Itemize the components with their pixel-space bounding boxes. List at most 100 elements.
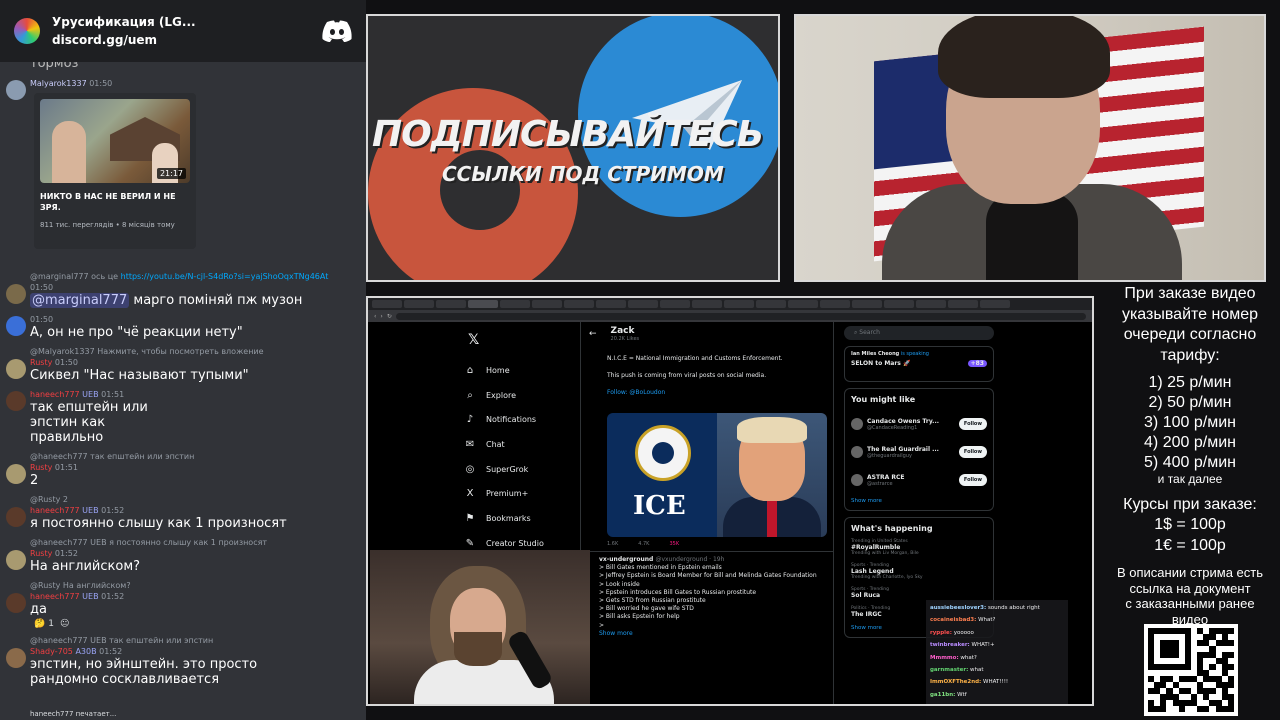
nav-item[interactable]: ✉ Chat: [464, 432, 574, 457]
suggested-account[interactable]: ASTRA RCE @astrarce Follow: [851, 466, 987, 494]
chat-username[interactable]: garnmaster:: [930, 667, 968, 673]
username[interactable]: Rusty: [30, 549, 52, 558]
address-bar[interactable]: [395, 312, 1086, 320]
chat-username[interactable]: aussiebeeslover3:: [930, 605, 986, 611]
profile-name: Zack: [610, 326, 635, 336]
suggested-account[interactable]: Candace Owens Try... @CandaceReading1 Foll…: [851, 410, 987, 438]
follow-button[interactable]: Follow: [958, 418, 987, 430]
nav-item[interactable]: ⌂ Home: [464, 358, 574, 383]
nav-item[interactable]: ⌕ Explore: [464, 383, 574, 408]
nav-label: Bookmarks: [486, 513, 531, 523]
chat-message: haneech777 UEB 01:52 да: [6, 591, 360, 617]
bookmark-icon: ⚑: [465, 512, 475, 524]
like-count[interactable]: 35K: [669, 541, 679, 547]
account-name: ASTRA RCE: [867, 473, 905, 481]
chat-username[interactable]: twinbreaker:: [930, 642, 970, 648]
browser-tab-strip[interactable]: [368, 298, 1092, 310]
chat-message: 01:50 А, он не про "чё реакции нету": [6, 314, 360, 340]
account-name: The Real Guardrail ...: [867, 445, 939, 453]
username[interactable]: Rusty: [30, 358, 52, 367]
avatar: [6, 464, 26, 484]
qr-code[interactable]: [1144, 624, 1238, 716]
reload-icon[interactable]: ↻: [387, 313, 392, 320]
reply-preview[interactable]: @haneech777 UEB я постоянно слышу как 1 …: [6, 537, 360, 548]
reply-preview[interactable]: @marginal777 ось це https://youtu.be/N-c…: [6, 271, 360, 282]
account-handle: @theguardrailguy: [867, 452, 912, 459]
username[interactable]: haneech777: [30, 592, 80, 601]
reply-count[interactable]: 1.6K: [607, 541, 618, 547]
avatar: [6, 359, 26, 379]
search-input[interactable]: ⌕ Search: [844, 326, 994, 340]
chat-message: Malyarok1337 01:50: [6, 78, 360, 100]
avatar: [851, 418, 863, 430]
youtube-embed[interactable]: 21:17 НИКТО В НАС НЕ ВЕРИЛ И НЕ ЗРЯ. 811…: [34, 93, 196, 249]
suggested-account[interactable]: The Real Guardrail ... @theguardrailguy Fo…: [851, 438, 987, 466]
reaction[interactable]: 😐: [60, 619, 69, 629]
server-name: Урусификация (LG...: [52, 15, 196, 29]
nav-label: SuperGrok: [486, 464, 529, 474]
emoji-icon: 🤔: [34, 619, 46, 629]
promo-headline: ПОДПИСЫВАЙТЕСЬ: [372, 114, 764, 155]
chat-username[interactable]: cocaineisbad3:: [930, 617, 976, 623]
search-icon: ⌕: [467, 389, 473, 401]
nav-label: Home: [486, 365, 510, 375]
chat-username[interactable]: ImmOXFThe2nd:: [930, 679, 981, 685]
nav-item[interactable]: ◎ SuperGrok: [464, 457, 574, 482]
username[interactable]: haneech777: [30, 506, 80, 515]
show-more-link[interactable]: Show more: [851, 498, 987, 504]
reaction[interactable]: 🤔 1: [34, 619, 54, 629]
trend-item[interactable]: Sports · Trending Lash Legend Trending wit…: [851, 563, 987, 580]
nav-item[interactable]: ♪ Notifications: [464, 407, 574, 432]
chat-message: Rusty 01:51 2: [6, 462, 360, 488]
reply-preview[interactable]: @haneech777 UEB так епштейн или эпстин: [6, 635, 360, 646]
follow-link[interactable]: Follow: @BoLoudon: [607, 388, 807, 397]
back-icon[interactable]: ‹: [374, 313, 376, 320]
trend-item[interactable]: Trending in United States #RoyalRumble Tre…: [851, 539, 987, 556]
server-icon: [14, 18, 40, 44]
price-list: 1) 25 р/мин 2) 50 р/мин 3) 100 р/мин 4) 200…: [1144, 374, 1236, 471]
username[interactable]: Rusty: [30, 463, 52, 472]
reply-preview[interactable]: @Rusty На английском?: [6, 580, 360, 591]
message-text: 2: [30, 473, 39, 488]
post-author[interactable]: vx-underground: [599, 556, 653, 563]
chat-username[interactable]: ga11bn:: [930, 692, 955, 698]
username[interactable]: haneech777: [30, 390, 80, 399]
mention[interactable]: @marginal777: [30, 293, 130, 308]
repost-count[interactable]: 4.7K: [638, 541, 649, 547]
nav-label: Explore: [486, 390, 517, 400]
trend-item[interactable]: Sports · Trending Sol Ruca: [851, 587, 987, 599]
forward-icon[interactable]: ›: [380, 313, 382, 320]
video-duration: 21:17: [156, 168, 186, 179]
reply-preview[interactable]: @Rusty 2: [6, 494, 360, 505]
message-text: так епштейн или эпстин как правильно: [30, 400, 148, 445]
home-icon: ⌂: [466, 364, 474, 376]
show-more-link[interactable]: Show more: [599, 630, 825, 638]
bell-icon: ♪: [466, 414, 474, 426]
live-space[interactable]: Ian Miles Cheong is speaking SELON to Ma…: [844, 346, 994, 382]
follow-button[interactable]: Follow: [958, 446, 987, 458]
username[interactable]: Malyarok1337: [30, 79, 87, 88]
avatar: [6, 550, 26, 570]
nav-item[interactable]: ⚑ Bookmarks: [464, 506, 574, 531]
reply-preview[interactable]: @haneech777 так епштейн или эпстин: [6, 451, 360, 462]
typing-indicator: haneech777 печатает...: [30, 710, 117, 718]
post-image[interactable]: ICE: [607, 413, 827, 537]
post: vx-underground @vxunderground · 19h > Bi…: [581, 551, 833, 638]
x-logo-icon[interactable]: 𝕏: [468, 332, 574, 348]
username[interactable]: Shady-705: [30, 647, 73, 656]
follow-button[interactable]: Follow: [958, 474, 987, 486]
chat-username[interactable]: rypple:: [930, 630, 952, 636]
who-to-follow: You might like Candace Owens Try... @Cand…: [844, 388, 994, 511]
chat-username[interactable]: Mmmmo:: [930, 655, 959, 661]
nav-item[interactable]: X Premium+: [464, 481, 574, 506]
reply-preview[interactable]: @Malyarok1337 Нажмите, чтобы посмотреть …: [6, 346, 360, 357]
chat-message: haneech777 UEB 01:51 так епштейн или эпс…: [6, 389, 360, 445]
video-title[interactable]: НИКТО В НАС НЕ ВЕРИЛ И НЕ ЗРЯ.: [40, 191, 190, 213]
back-arrow-icon[interactable]: ←: [589, 329, 597, 339]
chat-icon: ✉: [465, 438, 475, 450]
nav-label: Creator Studio: [486, 538, 544, 548]
invite-link[interactable]: discord.gg/uem: [52, 33, 310, 47]
video-thumbnail[interactable]: 21:17: [40, 99, 190, 183]
x-timeline: ← Zack 20.2K Likes N.I.C.E = National Imm…: [580, 322, 834, 704]
streamer-webcam: [794, 14, 1266, 282]
